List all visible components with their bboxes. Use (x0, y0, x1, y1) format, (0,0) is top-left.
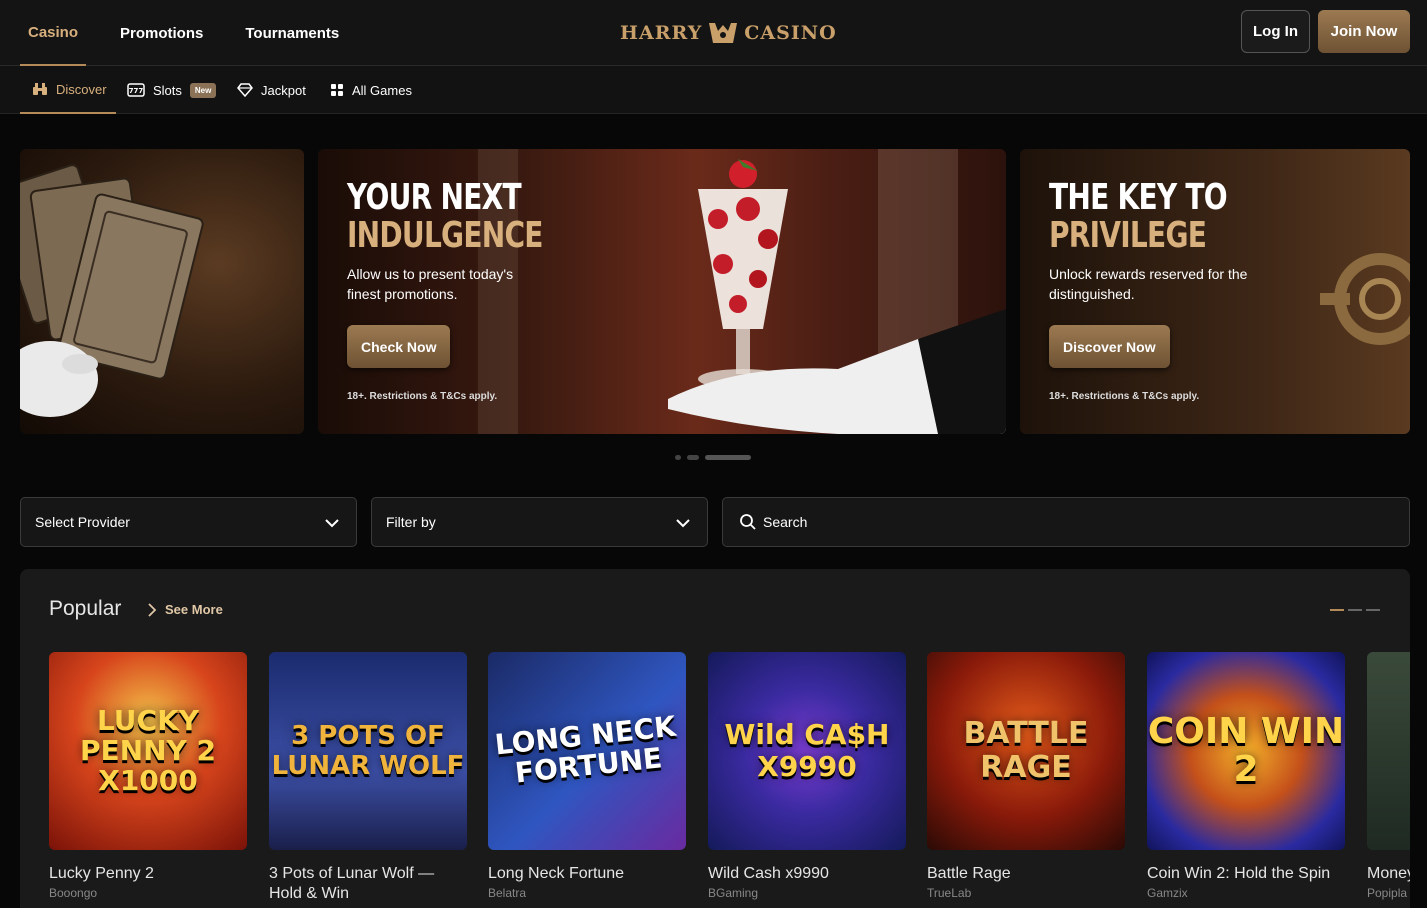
game-title[interactable]: Wild Cash x9990 (708, 864, 906, 884)
tab-jackpot[interactable]: Jackpot (237, 66, 306, 114)
game-thumbnail[interactable]: 3 POTS OF LUNAR WOLF (269, 652, 467, 850)
provider-select-label: Select Provider (35, 514, 130, 530)
game-art: Wild CA$H X9990 (724, 718, 890, 783)
logo-text-left: HARRY (620, 22, 703, 44)
logo-text-right: CASINO (744, 22, 837, 44)
main-nav: Casino Promotions Tournaments (20, 0, 373, 66)
game-art: LUCKY PENNY 2 X1000 (79, 704, 217, 797)
new-badge: New (189, 82, 217, 98)
login-button[interactable]: Log In (1241, 10, 1310, 53)
banner-title: THE KEY TO PRIVILEGE (1049, 177, 1228, 256)
game-title[interactable]: Lucky Penny 2 (49, 864, 247, 884)
playing-cards-image (20, 164, 204, 417)
game-thumbnail[interactable]: COIN WIN 2 (1147, 652, 1345, 850)
game-art: COIN WIN 2 (1147, 711, 1345, 790)
search-placeholder: Search (763, 514, 808, 530)
game-provider: BGaming (708, 886, 759, 900)
chevron-down-icon (325, 519, 339, 528)
category-nav: Discover 777 Slots New Jackpot All Games (0, 66, 1427, 114)
slot-machine-icon: 777 (127, 83, 145, 97)
game-card[interactable]: COIN WIN 2 Coin Win 2: Hold the Spin Gam… (1147, 652, 1345, 900)
game-thumbnail[interactable]: LONG NECK FORTUNE (488, 652, 686, 850)
discover-now-button[interactable]: Discover Now (1049, 325, 1170, 368)
top-bar: Casino Promotions Tournaments HARRY CASI… (0, 0, 1427, 66)
grid-icon (331, 84, 343, 96)
banner-terms: 18+. Restrictions & T&Cs apply. (1049, 391, 1200, 402)
carousel-dots (675, 455, 757, 460)
nav-promotions[interactable]: Promotions (112, 0, 211, 66)
game-title[interactable]: Long Neck Fortune (488, 864, 686, 884)
game-title[interactable]: Money (1367, 864, 1410, 884)
game-provider: Popipla (1367, 886, 1408, 900)
tab-discover[interactable]: Discover (20, 66, 116, 114)
game-title[interactable]: Battle Rage (927, 864, 1125, 884)
chevron-right-icon (148, 602, 157, 617)
diamond-icon (237, 83, 253, 97)
game-provider: TrueLab (927, 886, 972, 900)
section-title: Popular (49, 597, 122, 620)
banner-title-line2: PRIVILEGE (1049, 215, 1207, 256)
game-provider: Belatra (488, 886, 527, 900)
filter-select-label: Filter by (386, 514, 436, 530)
nav-casino[interactable]: Casino (20, 0, 87, 66)
site-logo[interactable]: HARRY CASINO (620, 18, 837, 48)
tab-label: Discover (56, 81, 107, 97)
banner-privilege[interactable]: THE KEY TO PRIVILEGE Unlock rewards rese… (1020, 149, 1410, 434)
pager-dash[interactable] (1348, 609, 1362, 611)
chevron-down-icon (676, 519, 690, 528)
provider-select[interactable]: Select Provider (20, 497, 357, 547)
see-more-link[interactable]: See More (146, 602, 223, 617)
pager-dash-active[interactable] (1330, 609, 1344, 611)
pager-dash[interactable] (1366, 609, 1380, 611)
binoculars-icon (33, 83, 47, 95)
game-thumbnail[interactable]: LUCKY PENNY 2 X1000 (49, 652, 247, 850)
game-card[interactable]: LUCKY PENNY 2 X1000 Lucky Penny 2 Booong… (49, 652, 247, 900)
game-card[interactable]: Wild CA$H X9990 Wild Cash x9990 BGaming (708, 652, 906, 900)
banner-description: Allow us to present today's finest promo… (347, 266, 514, 302)
join-now-button[interactable]: Join Now (1318, 10, 1410, 53)
game-card[interactable]: BATTLE RAGE Battle Rage TrueLab (927, 652, 1125, 900)
banner-title: YOUR NEXT INDULGENCE (347, 179, 543, 255)
tab-label: Jackpot (261, 82, 306, 98)
game-title[interactable]: Coin Win 2: Hold the Spin (1147, 864, 1345, 884)
carousel-pager (1326, 609, 1380, 611)
game-thumbnail[interactable] (1367, 652, 1410, 850)
svg-text:777: 777 (129, 87, 144, 95)
game-card[interactable]: LONG NECK FORTUNE Long Neck Fortune Bela… (488, 652, 686, 900)
game-card[interactable]: Money Popipla (1367, 652, 1410, 900)
search-icon (740, 514, 756, 530)
game-art: 3 POTS OF LUNAR WOLF (271, 721, 465, 781)
carousel-dot[interactable] (687, 455, 699, 460)
banner-indulgence[interactable]: YOUR NEXT INDULGENCE Allow us to present… (318, 149, 1006, 434)
game-thumbnail[interactable]: BATTLE RAGE (927, 652, 1125, 850)
banner-description: Unlock rewards reserved for the distingu… (1049, 266, 1248, 302)
game-title[interactable]: 3 Pots of Lunar Wolf — Hold & Win (269, 864, 467, 904)
banner-terms: 18+. Restrictions & T&Cs apply. (347, 391, 498, 402)
search-input[interactable]: Search (722, 497, 1410, 547)
game-provider: Booongo (49, 886, 98, 900)
tab-label: All Games (352, 82, 412, 98)
carousel-dot[interactable] (675, 455, 681, 460)
popular-section: Popular See More LUCKY PENNY 2 X1000 Luc… (20, 569, 1410, 908)
game-card[interactable]: 3 POTS OF LUNAR WOLF 3 Pots of Lunar Wol… (269, 652, 467, 906)
banner-title-line1: THE KEY TO (1049, 177, 1228, 218)
game-art: LONG NECK FORTUNE (493, 709, 678, 790)
game-provider: Gamzix (1147, 886, 1188, 900)
tab-all-games[interactable]: All Games (330, 66, 412, 114)
carousel-dot-active[interactable] (705, 455, 751, 460)
see-more-label: See More (165, 602, 223, 617)
check-now-button[interactable]: Check Now (347, 325, 451, 368)
banner-title-line1: YOUR NEXT (347, 177, 522, 218)
game-thumbnail[interactable]: Wild CA$H X9990 (708, 652, 906, 850)
tab-slots[interactable]: 777 Slots New (127, 66, 217, 114)
game-art: BATTLE RAGE (963, 716, 1089, 785)
crest-icon (706, 19, 740, 47)
banner-title-line2: INDULGENCE (347, 215, 543, 256)
filter-select[interactable]: Filter by (371, 497, 708, 547)
tab-label: Slots (153, 82, 182, 98)
banner-cards[interactable] (20, 149, 304, 434)
nav-tournaments[interactable]: Tournaments (237, 0, 347, 66)
